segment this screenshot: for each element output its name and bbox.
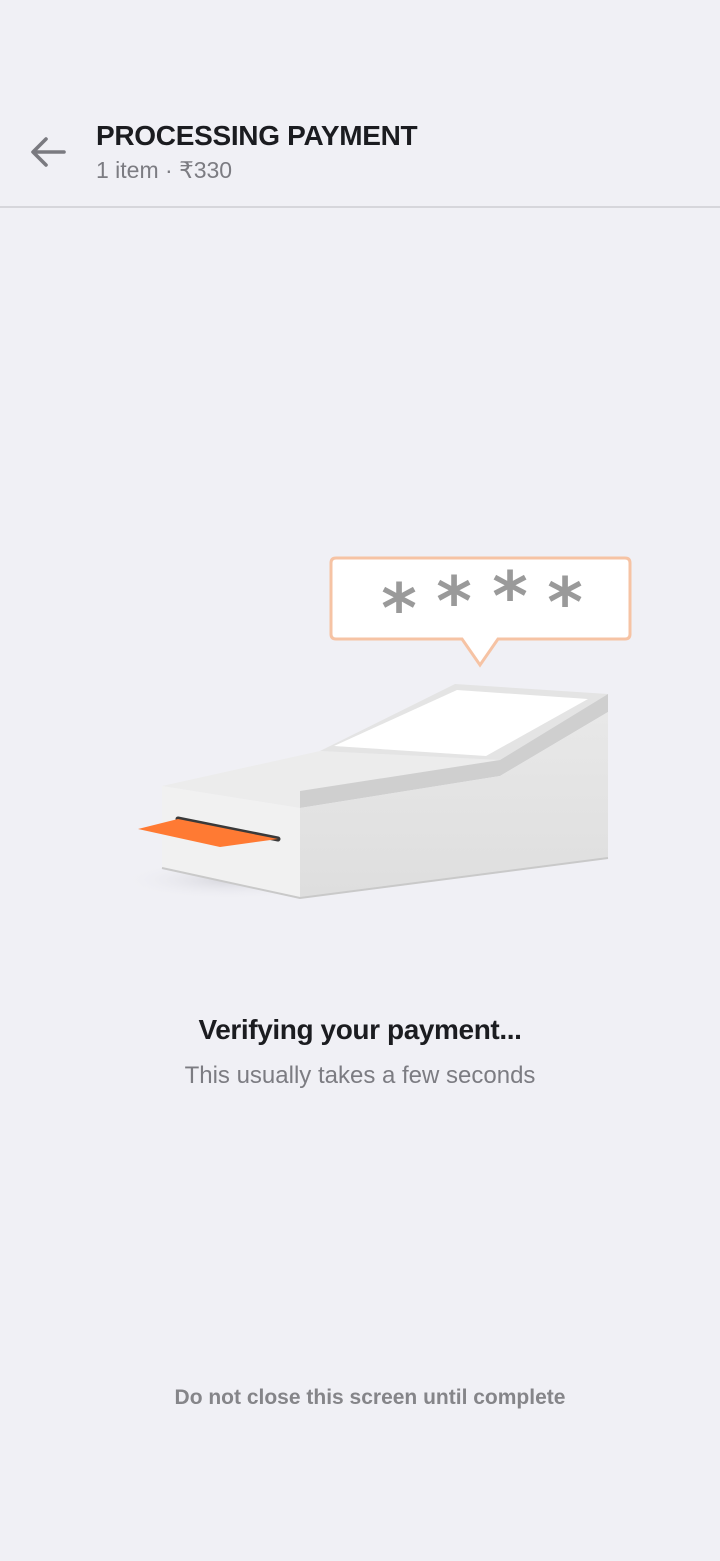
header: PROCESSING PAYMENT 1 item · ₹330 [0,0,720,208]
svg-text:*: * [436,563,472,642]
payment-processing-screen: PROCESSING PAYMENT 1 item · ₹330 * * * * [0,0,720,1561]
svg-text:*: * [547,564,583,643]
pin-bubble: * * * * [329,556,632,668]
svg-text:*: * [492,558,528,637]
card-terminal [138,684,609,900]
arrow-left-icon [31,137,66,167]
page-title: PROCESSING PAYMENT [96,120,418,151]
order-summary: 1 item · ₹330 [96,157,233,183]
header-text: PROCESSING PAYMENT 1 item · ₹330 [96,118,418,186]
back-button[interactable] [22,126,74,178]
status-subtitle: This usually takes a few seconds [184,1062,536,1089]
footer-warning: Do not close this screen until complete [174,1386,566,1409]
card-terminal-illustration: * * * * [120,556,632,900]
status-title: Verifying your payment... [198,1014,522,1045]
svg-text:*: * [381,570,417,649]
